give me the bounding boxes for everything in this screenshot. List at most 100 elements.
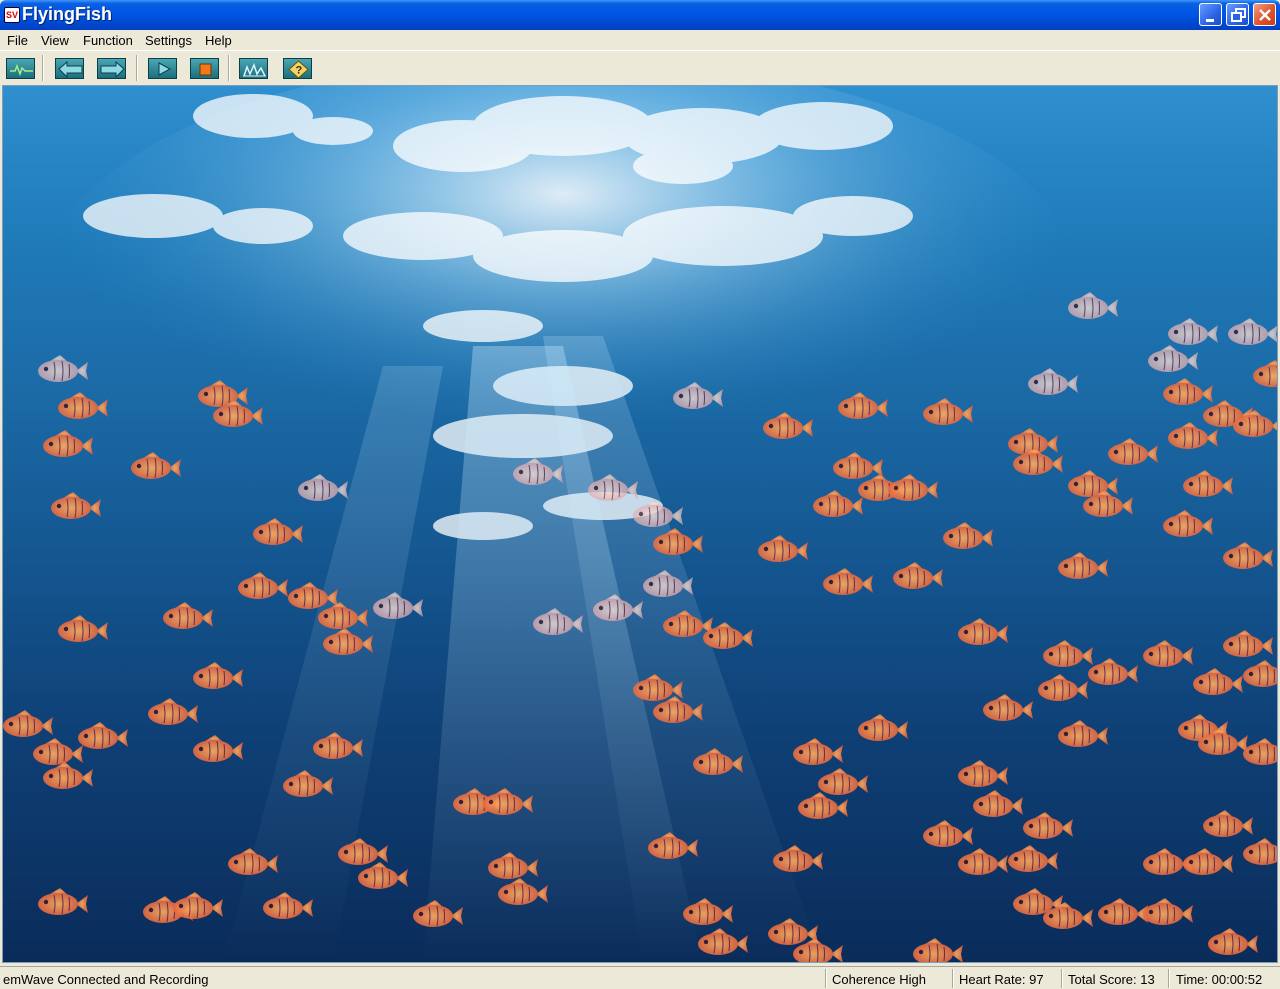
fish-sprite (793, 738, 843, 765)
fish-sprite (43, 430, 93, 457)
menu-function[interactable]: Function (83, 33, 133, 48)
menu-settings[interactable]: Settings (145, 33, 192, 48)
fish-sprite (33, 738, 83, 765)
fish-sprite (1168, 422, 1218, 449)
fish-sprite (3, 710, 53, 737)
fish-sprite (1058, 720, 1108, 747)
fish-sprite (1058, 552, 1108, 579)
fish-sprite (923, 820, 973, 847)
fish-sprite (1068, 470, 1118, 497)
fish-sprite (1023, 812, 1073, 839)
fish-sprite (1223, 542, 1273, 569)
fish-sprite (1168, 318, 1218, 345)
fish-sprite (358, 862, 408, 889)
fish-sprite (1223, 630, 1273, 657)
restore-icon (1231, 8, 1246, 22)
menu-bar: File View Function Settings Help (0, 30, 1280, 50)
restore-button[interactable] (1226, 3, 1249, 26)
next-button[interactable] (97, 58, 126, 79)
fish-sprite (818, 768, 868, 795)
coherence-status: Coherence High (832, 972, 926, 987)
fish-sprite (1183, 470, 1233, 497)
fish-sprite (1143, 640, 1193, 667)
fish-sprite (958, 760, 1008, 787)
toolbar-separator (136, 55, 138, 81)
menu-view[interactable]: View (41, 33, 69, 48)
status-divider (1168, 969, 1170, 988)
fish-sprite (1203, 810, 1253, 837)
title-bar: FlyingFish (0, 0, 1280, 30)
toolbar: ? (0, 50, 1280, 84)
fish-sprite (858, 714, 908, 741)
status-bar: emWave Connected and Recording Coherence… (0, 966, 1280, 989)
fish-sprite (958, 848, 1008, 875)
close-button[interactable] (1253, 3, 1276, 26)
minimize-icon (1206, 19, 1214, 22)
toolbar-separator (42, 55, 44, 81)
fish-sprite (1163, 378, 1213, 405)
fish-sprite (58, 615, 108, 642)
connection-status: emWave Connected and Recording (3, 972, 209, 987)
status-divider (952, 969, 954, 988)
fish-sprite (1228, 318, 1277, 345)
fish-sprite (758, 535, 808, 562)
underwater-scene (3, 86, 1277, 962)
fish-sprite (888, 474, 938, 501)
window-title: FlyingFish (22, 4, 112, 24)
fish-sprite (893, 562, 943, 589)
fish-sprite (193, 735, 243, 762)
fish-sprite (1183, 848, 1233, 875)
fish-sprite (943, 522, 993, 549)
fish-sprite (253, 518, 303, 545)
play-icon (158, 62, 172, 76)
fish-sprite (38, 888, 88, 915)
fish-sprite (1243, 738, 1277, 765)
fish-sprite (823, 568, 873, 595)
stop-button[interactable] (190, 58, 219, 79)
arrow-right-icon (100, 60, 125, 79)
fish-sprite (1008, 845, 1058, 872)
fish-sprite (131, 452, 181, 479)
fish-sprite (1148, 345, 1198, 372)
fish-sprite (813, 490, 863, 517)
stop-icon (199, 63, 212, 76)
fish-sprite (173, 892, 223, 919)
fish-sprite (1088, 658, 1138, 685)
fish-sprite (1038, 674, 1088, 701)
time-status: Time: 00:00:52 (1176, 972, 1263, 987)
fish-sprite (1208, 928, 1258, 955)
fish-sprite (1193, 668, 1243, 695)
fish-sprite (1163, 510, 1213, 537)
fish-sprite (798, 792, 848, 819)
fish-sprite (1108, 438, 1158, 465)
fish-sprite (58, 392, 108, 419)
chart-button[interactable] (239, 58, 268, 79)
fish-sprite (1143, 898, 1193, 925)
heart-rhythm-button[interactable] (6, 58, 35, 79)
arrow-left-icon (58, 60, 83, 79)
menu-help[interactable]: Help (205, 33, 232, 48)
fish-sprite (913, 938, 963, 962)
app-icon[interactable] (4, 7, 20, 23)
fish-sprite (163, 602, 213, 629)
fish-sprite (1043, 640, 1093, 667)
total-score-status: Total Score: 13 (1068, 972, 1155, 987)
minimize-button[interactable] (1199, 3, 1222, 26)
toolbar-separator (228, 55, 230, 81)
fish-sprite (973, 790, 1023, 817)
fish-sprite (51, 492, 101, 519)
fish-sprite (958, 618, 1008, 645)
game-scene[interactable] (2, 85, 1278, 963)
heart-rate-status: Heart Rate: 97 (959, 972, 1044, 987)
fish-sprite (238, 572, 288, 599)
previous-button[interactable] (55, 58, 84, 79)
fish-sprite (193, 662, 243, 689)
fish-sprite (1243, 660, 1277, 687)
help-button[interactable]: ? (283, 58, 312, 79)
menu-file[interactable]: File (7, 33, 28, 48)
fish-sprite (1253, 360, 1277, 387)
fish-sprite (1243, 838, 1277, 865)
fish-sprite (148, 698, 198, 725)
play-button[interactable] (148, 58, 177, 79)
heart-rhythm-icon (10, 63, 33, 77)
